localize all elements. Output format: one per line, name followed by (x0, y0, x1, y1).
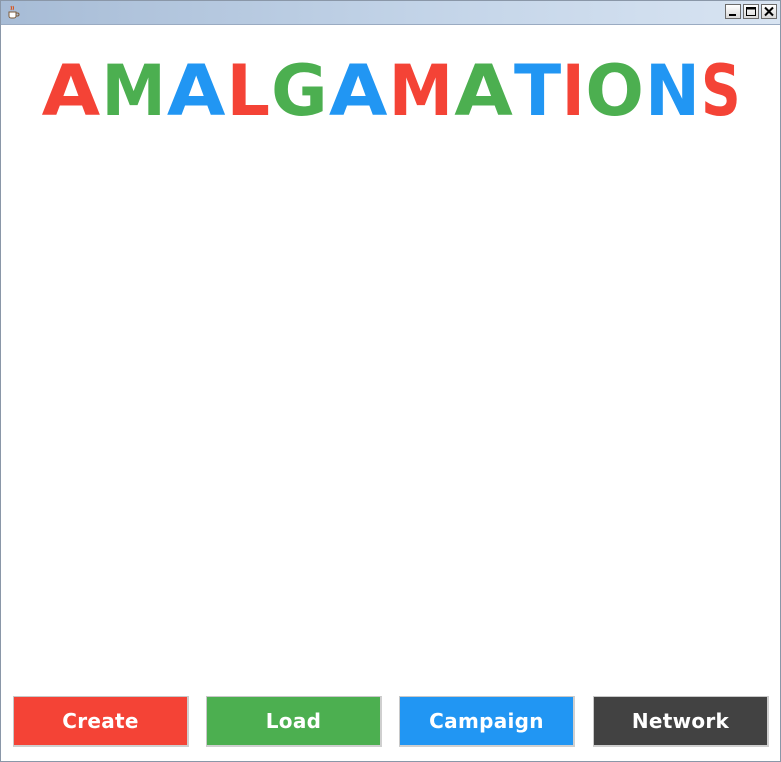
logo-letter-9: T (514, 53, 561, 121)
logo-letter-7: M (389, 53, 453, 121)
window-controls (725, 4, 777, 19)
close-button[interactable] (761, 4, 777, 19)
logo-letter-11: O (585, 53, 644, 121)
main-menu-buttons: Create Load Campaign Network (13, 696, 769, 748)
logo-letter-13: S (701, 53, 741, 121)
logo-letter-12: N (645, 53, 700, 121)
logo-letter-3: A (167, 53, 226, 121)
logo-letter-4: L (227, 53, 270, 121)
load-button[interactable]: Load (206, 696, 382, 747)
close-icon (764, 6, 774, 17)
logo-letter-5: G (271, 53, 328, 121)
java-cup-icon[interactable] (5, 4, 21, 20)
application-window: AMALGAMATIONS Create Load Campaign Netwo… (0, 0, 781, 762)
maximize-icon (746, 7, 756, 16)
logo-letter-8: A (454, 53, 513, 121)
logo-letter-6: A (329, 53, 388, 121)
maximize-button[interactable] (743, 4, 759, 19)
title-bar[interactable] (1, 1, 780, 25)
minimize-button[interactable] (725, 4, 741, 19)
minimize-icon (729, 14, 736, 16)
logo-letter-10: I (562, 53, 585, 121)
amalgamations-logo: AMALGAMATIONS (42, 53, 741, 121)
logo-letter-2: M (101, 53, 165, 121)
network-button[interactable]: Network (593, 696, 769, 747)
create-button[interactable]: Create (13, 696, 189, 747)
campaign-button[interactable]: Campaign (399, 696, 575, 747)
logo-letter-1: A (42, 53, 101, 121)
